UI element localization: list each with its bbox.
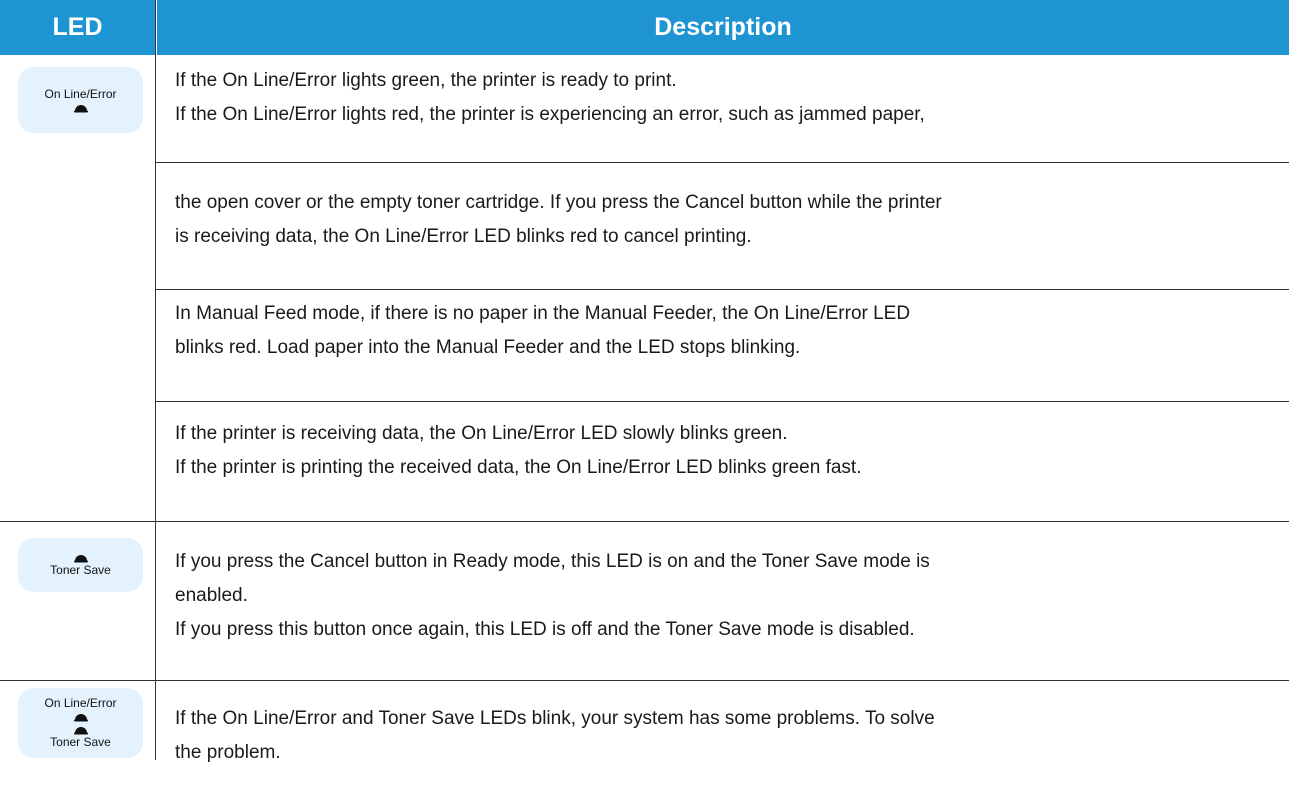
description-line: If the On Line/Error lights red, the pri… xyxy=(175,104,925,125)
description-row-3: In Manual Feed mode, if there is no pape… xyxy=(175,297,1275,365)
led-dome-icon xyxy=(73,555,88,563)
badge-label-toner-save: Toner Save xyxy=(50,563,111,577)
description-line: enabled. xyxy=(175,585,248,606)
header-led: LED xyxy=(0,0,155,55)
description-line: blinks red. Load paper into the Manual F… xyxy=(175,337,801,358)
column-divider xyxy=(155,0,156,760)
description-line: is receiving data, the On Line/Error LED… xyxy=(175,226,752,247)
description-line: If the On Line/Error and Toner Save LEDs… xyxy=(175,708,935,729)
description-row-5: If you press the Cancel button in Ready … xyxy=(175,545,1275,647)
description-line: If you press the Cancel button in Ready … xyxy=(175,551,930,572)
led-badge-toner-save: Toner Save xyxy=(18,538,143,592)
led-dome-icon xyxy=(73,727,88,735)
row-divider xyxy=(155,162,1289,163)
led-dome-icon xyxy=(73,714,88,722)
row-divider xyxy=(0,680,1289,681)
description-row-2: the open cover or the empty toner cartri… xyxy=(175,186,1275,254)
description-line: If the printer is printing the received … xyxy=(175,457,862,478)
badge-label-online-error: On Line/Error xyxy=(44,87,117,101)
badge-label-online-error: On Line/Error xyxy=(44,696,117,710)
description-line: the open cover or the empty toner cartri… xyxy=(175,192,942,213)
row-divider xyxy=(155,289,1289,290)
row-divider xyxy=(0,521,1289,522)
description-line: If you press this button once again, thi… xyxy=(175,619,915,640)
description-row-4: If the printer is receiving data, the On… xyxy=(175,417,1275,485)
description-line: In Manual Feed mode, if there is no pape… xyxy=(175,303,911,324)
description-line: If the On Line/Error lights green, the p… xyxy=(175,70,677,91)
badge-label-toner-save: Toner Save xyxy=(50,735,111,749)
led-badge-both: On Line/Error Toner Save xyxy=(18,688,143,758)
header-description: Description xyxy=(157,0,1289,55)
row-divider xyxy=(155,401,1289,402)
description-row-6: If the On Line/Error and Toner Save LEDs… xyxy=(175,702,1275,770)
led-badge-online-error: On Line/Error xyxy=(18,67,143,133)
description-row-1: If the On Line/Error lights green, the p… xyxy=(175,64,1275,132)
description-line: If the printer is receiving data, the On… xyxy=(175,423,788,444)
description-line: the problem. xyxy=(175,742,281,763)
led-dome-icon xyxy=(73,105,88,113)
